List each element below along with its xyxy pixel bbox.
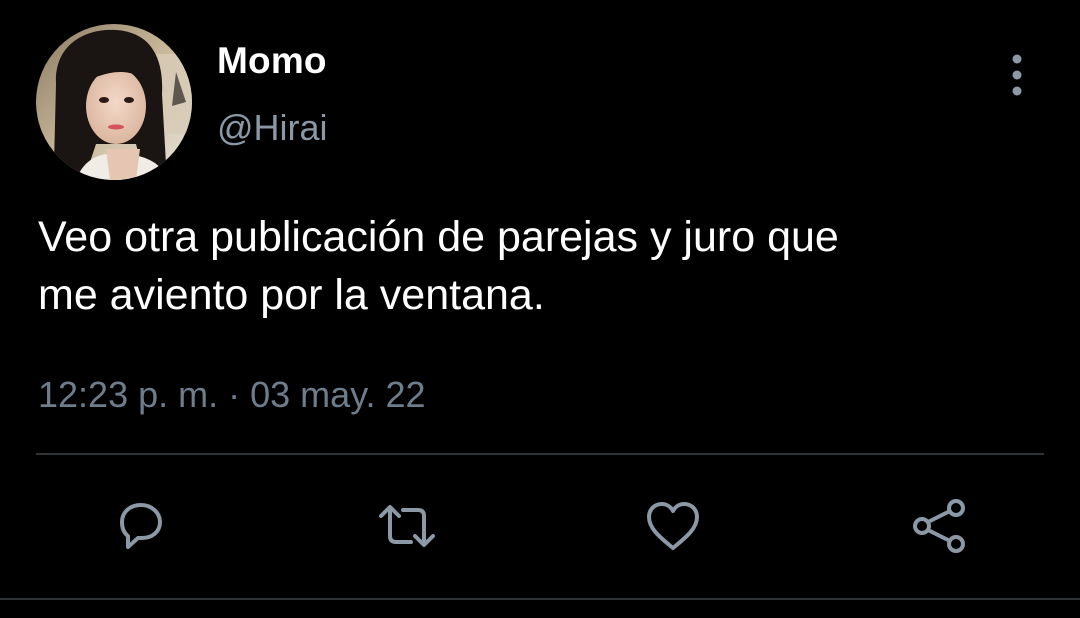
avatar[interactable]	[36, 24, 192, 180]
retweet-icon	[379, 505, 435, 547]
tweet-text: Veo otra publicación de parejas y juro q…	[38, 213, 839, 319]
heart-icon	[647, 502, 699, 550]
meta-separator: ·	[228, 374, 241, 415]
like-button[interactable]	[641, 494, 705, 558]
tweet-card: Momo @Hirai Veo otra publicación de pare…	[0, 0, 1080, 618]
reply-button[interactable]	[108, 494, 172, 558]
bottom-divider	[0, 598, 1080, 600]
display-name[interactable]: Momo	[217, 40, 327, 82]
more-vertical-icon	[1012, 54, 1022, 96]
reply-icon	[120, 503, 162, 549]
tweet-timestamp[interactable]: 12:23 p. m. · 03 may. 22	[38, 374, 426, 416]
divider	[36, 453, 1044, 455]
user-handle[interactable]: @Hirai	[217, 107, 328, 149]
more-options-button[interactable]	[996, 50, 1038, 100]
avatar-image	[36, 24, 192, 180]
retweet-button[interactable]	[375, 494, 439, 558]
share-icon	[913, 499, 965, 553]
share-button[interactable]	[908, 494, 972, 558]
tweet-time: 12:23 p. m.	[38, 374, 219, 415]
tweet-date: 03 may. 22	[250, 374, 426, 415]
